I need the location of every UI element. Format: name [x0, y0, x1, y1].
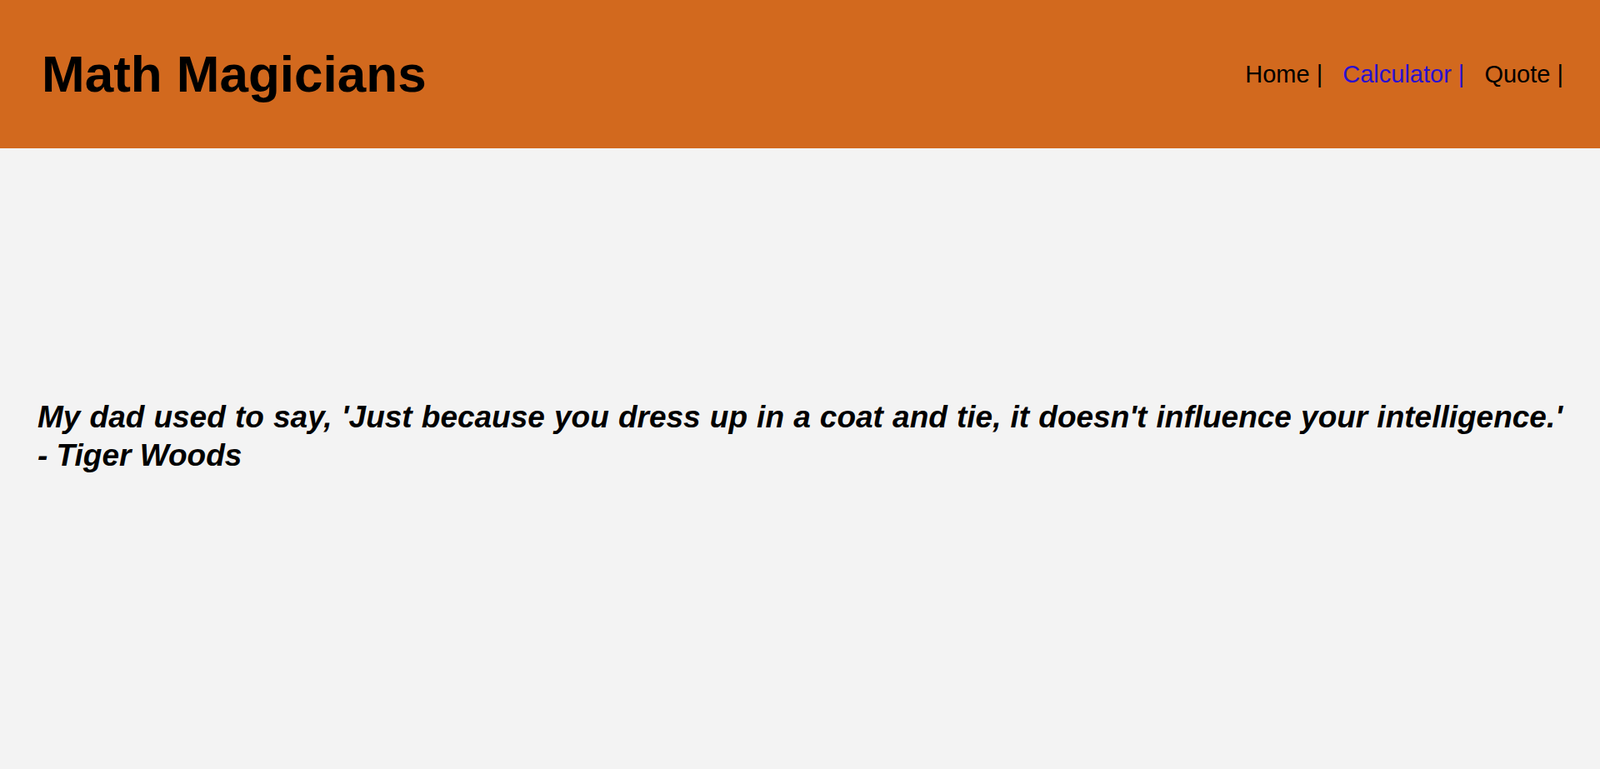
page: Math MagiciansHome |Calculator |Quote |M… [0, 0, 1600, 769]
site-title: Math Magicians [41, 41, 427, 107]
header: Math Magicians Home | Calculator | Quote | [0, 0, 1600, 149]
nav-bar: Home | Calculator | Quote | [1245, 59, 1564, 90]
nav-link[interactable]: Home | [1245, 59, 1323, 90]
nav-link[interactable]: Quote | [1484, 59, 1564, 90]
quote-text: My dad used to say, 'Just because you dr… [37, 398, 1563, 475]
nav-link[interactable]: Calculator | [1342, 59, 1465, 90]
quote-section: My dad used to say, 'Just because you dr… [0, 148, 1600, 769]
